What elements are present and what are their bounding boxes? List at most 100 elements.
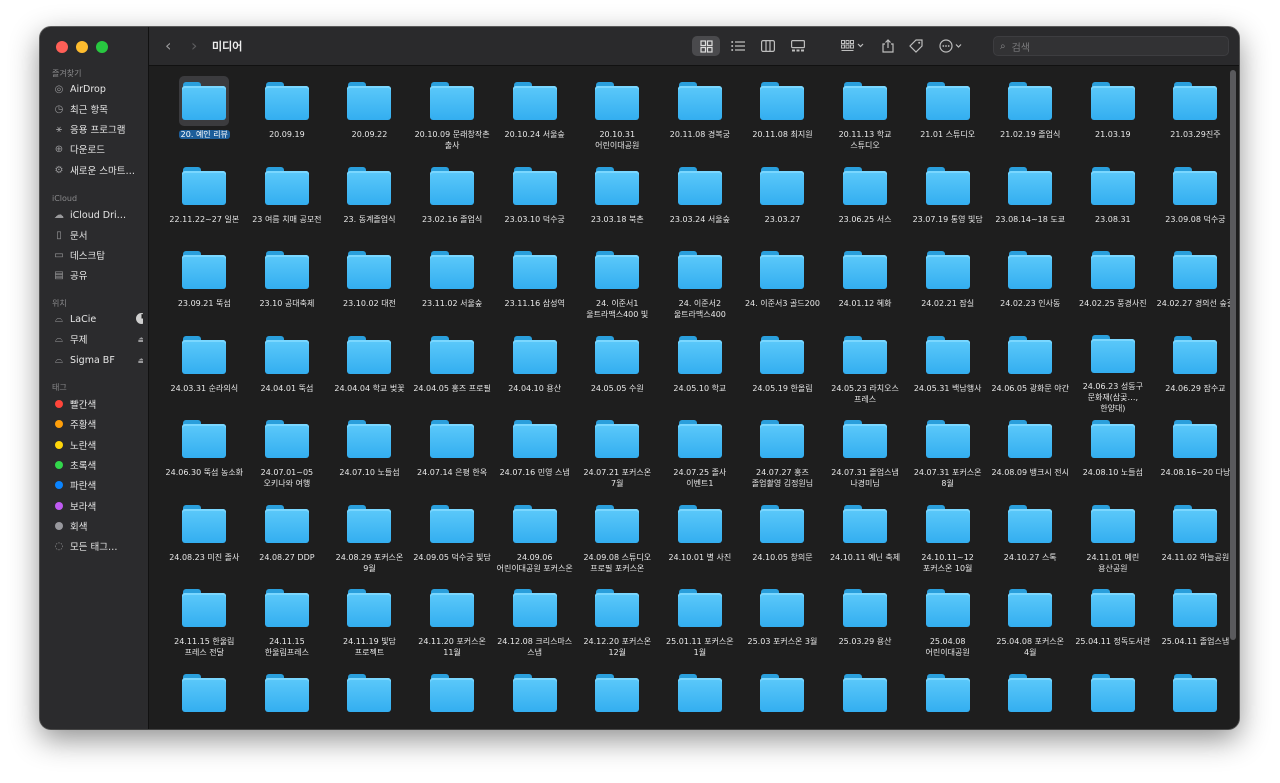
sidebar-item-downloads[interactable]: ⊕ 다운로드 bbox=[53, 140, 143, 158]
folder-item[interactable]: 21.01 스튜디오 bbox=[906, 76, 989, 161]
folder-item[interactable]: 23. 동계졸업식 bbox=[328, 161, 411, 246]
forward-button[interactable]: › bbox=[191, 36, 197, 55]
folder-item[interactable]: 24.03.31 순라의식 bbox=[163, 330, 246, 415]
folder-item[interactable]: 20.09.19 bbox=[246, 76, 329, 161]
folder-item[interactable]: 24.10.01 별 사진 bbox=[659, 499, 742, 584]
folder-item[interactable]: 24. 이준서3 골드200 bbox=[741, 245, 824, 330]
folder-item[interactable]: 24.04.04 학교 벚꽃 bbox=[328, 330, 411, 415]
folder-item[interactable]: 24.07.25 졸사 이벤트1 bbox=[659, 414, 742, 499]
folder-item[interactable]: 24.11.01 예린 용산공원 bbox=[1072, 499, 1155, 584]
folder-item[interactable]: 24.02.25 풍경사진 bbox=[1072, 245, 1155, 330]
search-field[interactable]: ⌕ 검색 bbox=[993, 36, 1229, 56]
folder-item[interactable]: 24.07.31 졸업스냅 나경미님 bbox=[824, 414, 907, 499]
eject-icon[interactable]: ⏏ bbox=[137, 356, 143, 365]
folder-item[interactable]: 23.11.02 서울숲 bbox=[411, 245, 494, 330]
sidebar-tag-item[interactable]: 회색 bbox=[53, 517, 143, 535]
folder-item[interactable]: 23.10.02 대전 bbox=[328, 245, 411, 330]
folder-item[interactable]: 24.02.27 경의선 숲길 bbox=[1154, 245, 1237, 330]
sidebar-item-untitled[interactable]: ⌓ 무제 ⏏ bbox=[53, 330, 143, 348]
folder-item[interactable]: 24.07.16 민영 스냅 bbox=[493, 414, 576, 499]
folder-item[interactable]: 24.08.29 포커스온 9월 bbox=[328, 499, 411, 584]
folder-item[interactable]: 24.04.10 용산 bbox=[493, 330, 576, 415]
sidebar-item-recents[interactable]: ◷ 최근 항목 bbox=[53, 100, 143, 118]
sidebar-item-icloud-drive[interactable]: ☁ iCloud Dri… bbox=[53, 206, 143, 224]
folder-item[interactable]: 24.05.23 라치오스 프레스 bbox=[824, 330, 907, 415]
folder-item[interactable]: 21.03.19 bbox=[1072, 76, 1155, 161]
folder-item[interactable]: 24.01.12 혜화 bbox=[824, 245, 907, 330]
folder-item[interactable]: 24.02.21 잠실 bbox=[906, 245, 989, 330]
folder-item[interactable]: 24.11.20 포커스온 11월 bbox=[411, 583, 494, 668]
share-button[interactable] bbox=[877, 36, 899, 56]
folder-item[interactable] bbox=[411, 668, 494, 730]
folder-item[interactable]: 23.11.16 삼성역 bbox=[493, 245, 576, 330]
folder-item[interactable]: 24.11.15 한울림 프레스 전달 bbox=[163, 583, 246, 668]
folder-item[interactable]: 24.09.05 덕수궁 빛담 bbox=[411, 499, 494, 584]
folder-item[interactable]: 25.01.11 포커스온 1월 bbox=[659, 583, 742, 668]
folder-item[interactable] bbox=[163, 668, 246, 730]
folder-item[interactable]: 24.06.29 잠수교 bbox=[1154, 330, 1237, 415]
list-view-button[interactable] bbox=[724, 36, 752, 56]
folder-item[interactable]: 23.03.10 덕수궁 bbox=[493, 161, 576, 246]
folder-item[interactable]: 24. 이준서1 울트라맥스400 빛 bbox=[576, 245, 659, 330]
folder-item[interactable]: 24.08.09 뱅크시 전시 bbox=[989, 414, 1072, 499]
minimize-button[interactable] bbox=[76, 41, 88, 53]
folder-item[interactable] bbox=[741, 668, 824, 730]
folder-item[interactable]: 24.10.11 예닌 축제 bbox=[824, 499, 907, 584]
zoom-button[interactable] bbox=[96, 41, 108, 53]
folder-item[interactable]: 23.07.19 통영 빛담 bbox=[906, 161, 989, 246]
sidebar-item-smart-folder[interactable]: ⚙ 새로운 스마트… bbox=[53, 161, 143, 179]
sidebar-tag-item[interactable]: 빨간색 bbox=[53, 395, 143, 413]
sidebar-item-sigma[interactable]: ⌓ Sigma BF ⏏ bbox=[53, 351, 143, 369]
folder-item[interactable]: 23.03.24 서울숲 bbox=[659, 161, 742, 246]
gallery-view-button[interactable] bbox=[784, 36, 812, 56]
folder-item[interactable] bbox=[1154, 668, 1237, 730]
folder-item[interactable]: 24.07.01~05 오키나와 여행 bbox=[246, 414, 329, 499]
folder-item[interactable]: 24.08.10 노들섬 bbox=[1072, 414, 1155, 499]
folder-item[interactable]: 24.05.19 한올림 bbox=[741, 330, 824, 415]
folder-item[interactable]: 25.03.29 용산 bbox=[824, 583, 907, 668]
folder-item[interactable]: 24.04.01 뚝섬 bbox=[246, 330, 329, 415]
folder-item[interactable]: 24.05.31 백남행사 bbox=[906, 330, 989, 415]
group-button[interactable] bbox=[837, 36, 869, 56]
folder-item[interactable]: 24.05.05 수원 bbox=[576, 330, 659, 415]
folder-item[interactable]: 24.07.14 은평 한옥 bbox=[411, 414, 494, 499]
sidebar-item-lacie[interactable]: ⌓ LaCie bbox=[53, 310, 143, 328]
sidebar-tag-item[interactable]: 보라색 bbox=[53, 497, 143, 515]
close-button[interactable] bbox=[56, 41, 68, 53]
folder-item[interactable]: 20. 예인 리뷰 bbox=[163, 76, 246, 161]
folder-item[interactable]: 24.07.10 노들섬 bbox=[328, 414, 411, 499]
folder-item[interactable]: 20.09.22 bbox=[328, 76, 411, 161]
folder-item[interactable]: 24.06.23 성동구 문화재(삼곶…, 한양대) bbox=[1072, 330, 1155, 415]
folder-item[interactable] bbox=[824, 668, 907, 730]
folder-item[interactable]: 24.07.21 포커스온 7월 bbox=[576, 414, 659, 499]
folder-item[interactable]: 23.03.27 bbox=[741, 161, 824, 246]
sidebar-tag-item[interactable]: 노란색 bbox=[53, 436, 143, 454]
sidebar-item-applications[interactable]: ⚹ 응용 프로그램 bbox=[53, 120, 143, 138]
more-actions-button[interactable] bbox=[936, 36, 968, 56]
folder-item[interactable]: 20.11.08 최지원 bbox=[741, 76, 824, 161]
folder-item[interactable]: 21.02.19 졸업식 bbox=[989, 76, 1072, 161]
folder-item[interactable]: 24.08.16~20 다낭 bbox=[1154, 414, 1237, 499]
folder-item[interactable]: 24.08.27 DDP bbox=[246, 499, 329, 584]
folder-item[interactable] bbox=[906, 668, 989, 730]
folder-item[interactable]: 24.12.08 크리스마스 스냅 bbox=[493, 583, 576, 668]
folder-item[interactable]: 22.11.22~27 일본 bbox=[163, 161, 246, 246]
sidebar-tag-item[interactable]: 파란색 bbox=[53, 476, 143, 494]
folder-item[interactable]: 23.06.25 서스 bbox=[824, 161, 907, 246]
icon-view-button[interactable] bbox=[692, 36, 720, 56]
folder-item[interactable]: 20.11.13 학교 스튜디오 bbox=[824, 76, 907, 161]
column-view-button[interactable] bbox=[754, 36, 782, 56]
folder-item[interactable]: 24.07.27 홍즈 졸업촬영 김정원님 bbox=[741, 414, 824, 499]
sidebar-item-documents[interactable]: ▯ 문서 bbox=[53, 226, 143, 244]
folder-item[interactable]: 24.06.05 광화문 야간 bbox=[989, 330, 1072, 415]
folder-item[interactable]: 24.11.02 하늘공원 bbox=[1154, 499, 1237, 584]
folder-item[interactable]: 23.10 공대축제 bbox=[246, 245, 329, 330]
folder-item[interactable] bbox=[328, 668, 411, 730]
sidebar-item-desktop[interactable]: ▭ 데스크탑 bbox=[53, 246, 143, 264]
folder-item[interactable]: 24.11.19 빛담 프로젝트 bbox=[328, 583, 411, 668]
folder-item[interactable]: 24.07.31 포커스온 8월 bbox=[906, 414, 989, 499]
folder-item[interactable]: 20.10.09 문래창작촌 출사 bbox=[411, 76, 494, 161]
folder-item[interactable]: 23.09.08 덕수궁 bbox=[1154, 161, 1237, 246]
folder-item[interactable]: 24.09.06 어린이대공원 포커스온 bbox=[493, 499, 576, 584]
sidebar-item-shared[interactable]: ▤ 공유 bbox=[53, 266, 143, 284]
